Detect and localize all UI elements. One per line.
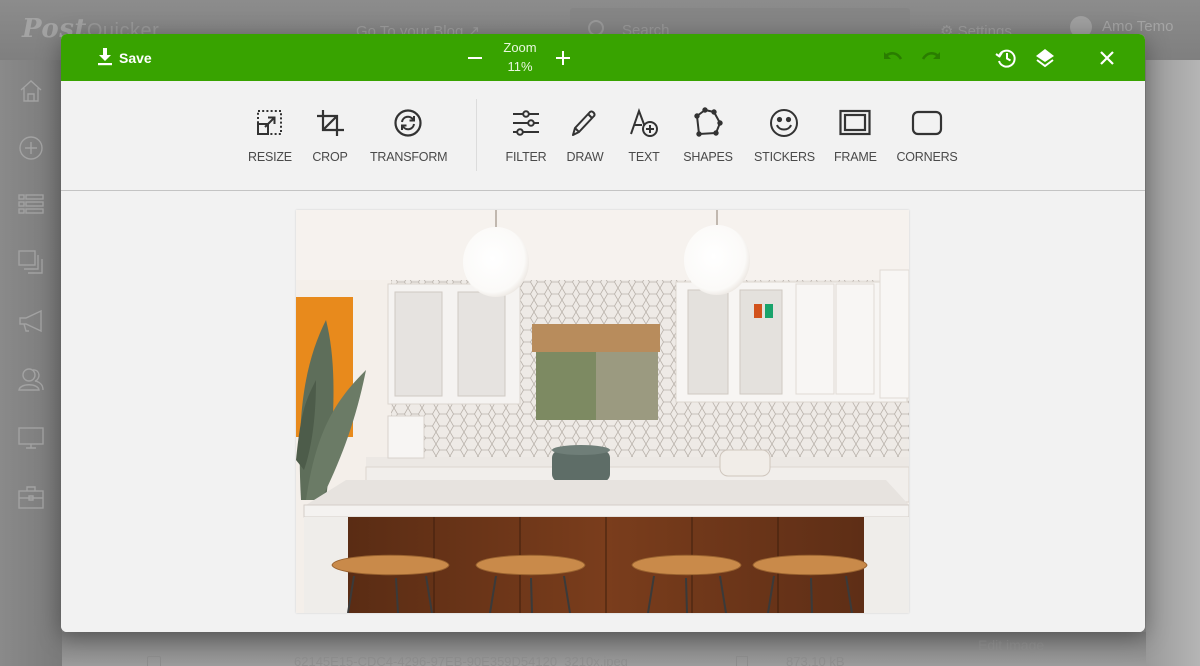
kitchen-photo[interactable] xyxy=(296,210,909,613)
megaphone-icon[interactable] xyxy=(18,308,44,334)
editor-canvas xyxy=(61,192,1145,632)
history-button[interactable] xyxy=(995,47,1017,69)
gallery-icon[interactable] xyxy=(18,249,44,275)
tool-label: SHAPES xyxy=(683,150,733,164)
tool-filter[interactable]: FILTER xyxy=(505,107,547,173)
zoom-label: Zoom xyxy=(503,40,537,55)
download-icon xyxy=(97,47,113,69)
edit-image-link[interactable]: Edit image xyxy=(978,637,1044,653)
tool-corners[interactable]: CORNERS xyxy=(896,107,958,173)
tool-text[interactable]: TEXT xyxy=(626,107,662,173)
zoom-in-button[interactable] xyxy=(553,48,573,68)
app-sidebar xyxy=(0,60,62,666)
close-icon xyxy=(1100,51,1114,65)
smiley-icon xyxy=(768,107,800,139)
tool-label: DRAW xyxy=(566,150,604,164)
redo-icon xyxy=(921,52,940,60)
toolbar-divider xyxy=(476,99,477,171)
save-label: Save xyxy=(119,50,152,66)
tool-draw[interactable]: DRAW xyxy=(565,107,605,173)
users-icon[interactable] xyxy=(18,366,44,392)
transform-icon xyxy=(392,107,424,139)
editor-toolbar: RESIZE CROP TRANSFORM FILTER DRAW TEXT S… xyxy=(61,81,1145,191)
tool-label: TEXT xyxy=(628,150,660,164)
zoom-out-button[interactable] xyxy=(465,48,485,68)
polygon-icon xyxy=(692,107,724,139)
background-right-panel xyxy=(1146,60,1200,666)
zoom-value: 11% xyxy=(507,59,533,74)
frame-icon xyxy=(839,107,871,139)
file-size: 873.10 kB xyxy=(786,654,845,666)
add-circle-icon[interactable] xyxy=(18,135,44,161)
pencil-icon xyxy=(569,107,601,139)
monitor-icon[interactable] xyxy=(18,425,44,451)
crop-icon xyxy=(314,107,346,139)
tool-label: TRANSFORM xyxy=(370,150,448,164)
history-icon xyxy=(995,49,1016,68)
copy-icon[interactable] xyxy=(736,656,748,666)
tool-crop[interactable]: CROP xyxy=(310,107,350,173)
redo-button[interactable] xyxy=(920,47,942,69)
zoom-in-icon xyxy=(556,51,570,65)
sliders-icon xyxy=(510,107,542,139)
tool-label: CORNERS xyxy=(896,150,958,164)
save-button[interactable]: Save xyxy=(97,47,152,69)
tool-stickers[interactable]: STICKERS xyxy=(754,107,815,173)
undo-button[interactable] xyxy=(882,47,904,69)
undo-icon xyxy=(884,52,903,60)
row-checkbox[interactable] xyxy=(147,656,161,666)
close-button[interactable] xyxy=(1096,47,1118,69)
resize-icon xyxy=(253,107,285,139)
file-name: 62145E15-CDC4-4296-97EB-90E359D54120_321… xyxy=(294,654,628,666)
tool-shapes[interactable]: SHAPES xyxy=(683,107,733,173)
tool-label: FILTER xyxy=(505,150,547,164)
tool-resize[interactable]: RESIZE xyxy=(248,107,292,173)
user-name: Amo Temo xyxy=(1102,17,1174,35)
image-editor-modal: Save Zoom 11% RESIZE CROP TRANSFORM FILT… xyxy=(61,34,1145,632)
layers-button[interactable] xyxy=(1034,47,1056,69)
briefcase-icon[interactable] xyxy=(18,484,44,510)
tool-label: FRAME xyxy=(834,150,877,164)
tool-label: STICKERS xyxy=(754,150,815,164)
add-text-icon xyxy=(628,107,660,139)
tool-label: RESIZE xyxy=(248,150,292,164)
tool-transform[interactable]: TRANSFORM xyxy=(370,107,448,173)
tool-label: CROP xyxy=(312,150,348,164)
layers-icon xyxy=(1036,49,1054,68)
editor-topbar: Save Zoom 11% xyxy=(61,34,1145,81)
list-icon[interactable] xyxy=(18,192,44,218)
home-icon[interactable] xyxy=(18,78,44,104)
rounded-corners-icon xyxy=(911,107,943,139)
photo-illustration xyxy=(296,210,909,613)
tool-frame[interactable]: FRAME xyxy=(834,107,877,173)
zoom-out-icon xyxy=(468,57,482,59)
